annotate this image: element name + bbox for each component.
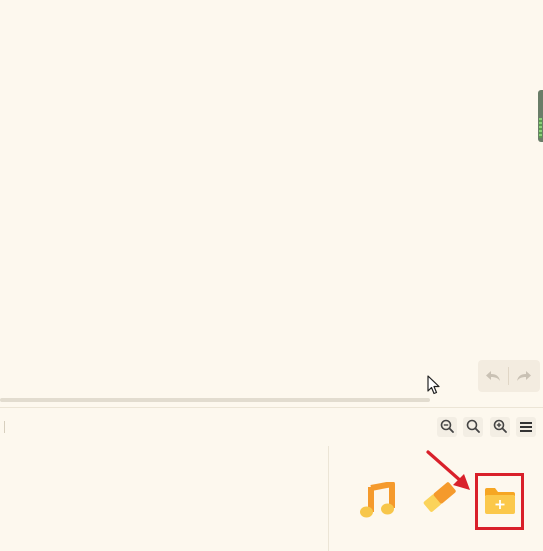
music-asset-button[interactable] — [358, 481, 396, 524]
toolbar-edge — [0, 421, 5, 433]
redo-icon — [516, 367, 532, 386]
menu-icon — [519, 418, 533, 437]
zoom-out-button[interactable] — [437, 417, 457, 437]
horizontal-scrollbar[interactable] — [0, 398, 430, 402]
zoom-reset-icon — [466, 418, 480, 437]
zoom-in-icon — [493, 418, 507, 437]
pointer-arrow-icon — [420, 446, 480, 500]
music-icon — [358, 481, 396, 524]
undo-redo-group — [478, 360, 540, 392]
menu-button[interactable] — [516, 417, 536, 437]
zoom-out-icon — [440, 418, 454, 437]
app-screen — [0, 0, 543, 551]
undo-icon — [485, 367, 501, 386]
panel-divider — [328, 446, 329, 551]
zoom-in-button[interactable] — [490, 417, 510, 437]
asset-panel — [0, 446, 543, 551]
zoom-reset-button[interactable] — [463, 417, 483, 437]
highlight-box — [475, 473, 524, 530]
side-panel-handle[interactable] — [538, 90, 543, 142]
redo-button[interactable] — [509, 360, 539, 392]
zoom-toolbar — [0, 407, 543, 447]
mouse-cursor-icon — [427, 375, 441, 399]
drawing-canvas[interactable] — [0, 0, 543, 403]
undo-button[interactable] — [478, 360, 508, 392]
